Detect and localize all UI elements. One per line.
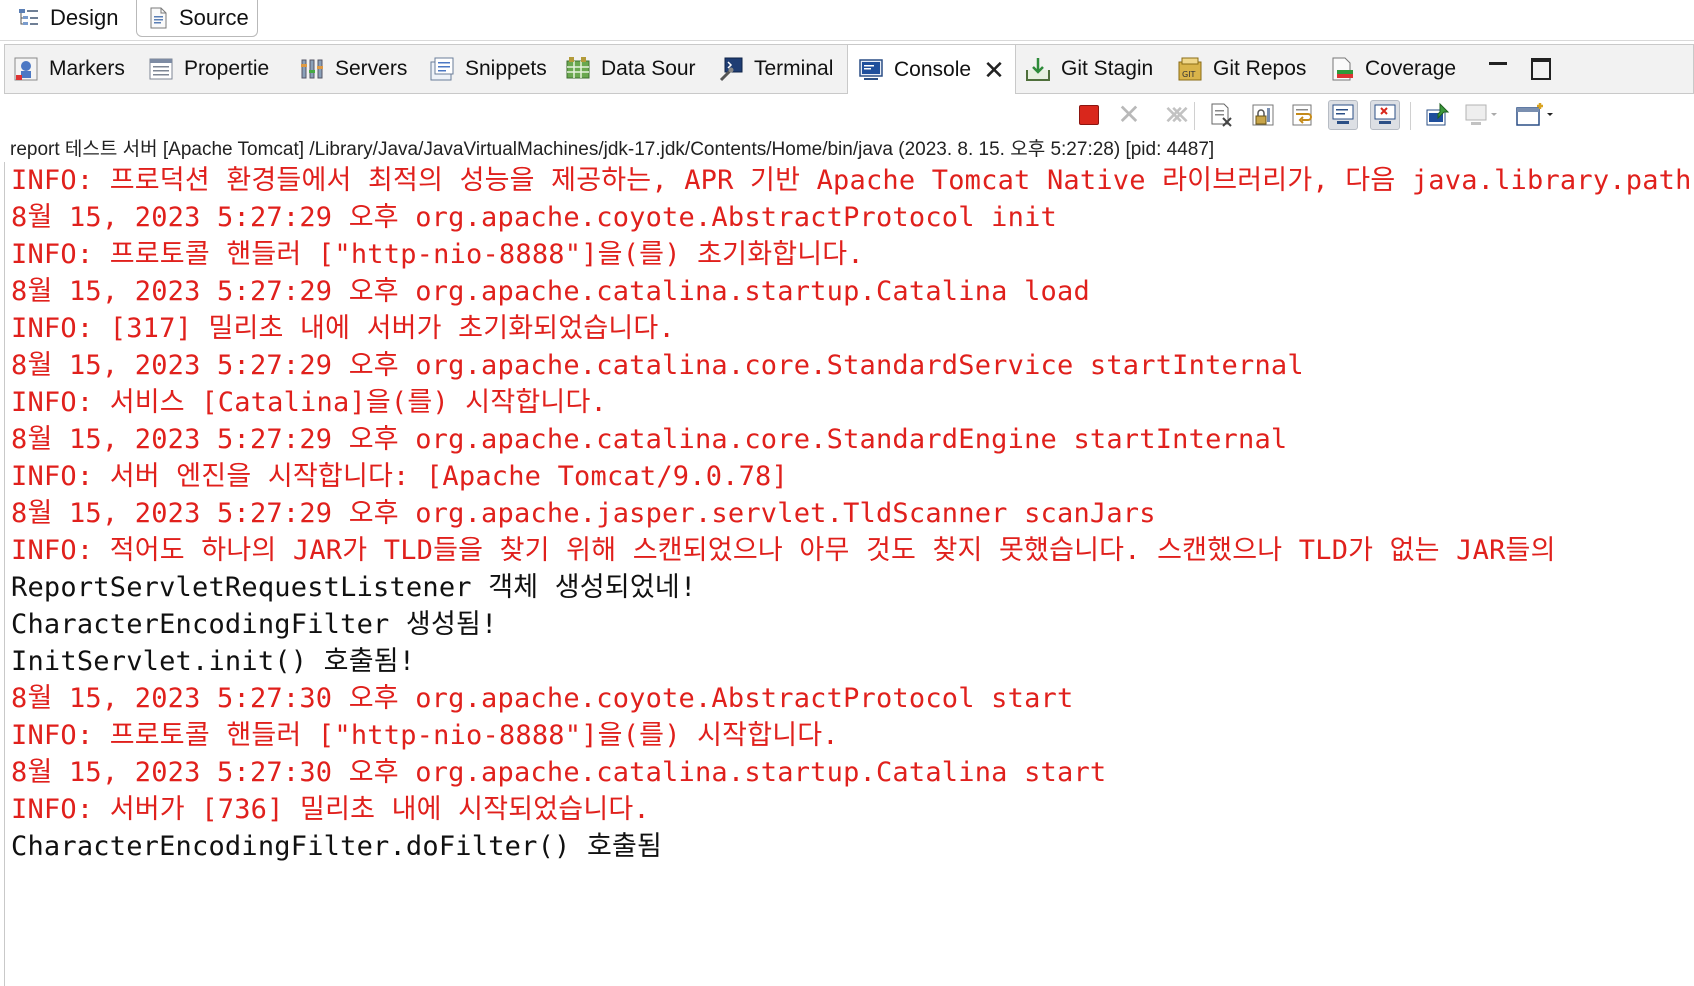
console-output[interactable]: INFO: 프로덕션 환경들에서 최적의 성능을 제공하는, APR 기반 Ap… <box>4 162 1694 986</box>
tab-git-staging-label: Git Stagin <box>1061 57 1154 80</box>
close-icon[interactable]: ✕ <box>983 57 1005 83</box>
console-line: 8월 15, 2023 5:27:29 오후 org.apache.catali… <box>11 350 1304 381</box>
show-stderr-button[interactable] <box>1370 100 1400 130</box>
terminal-icon <box>718 56 744 82</box>
view-tab-bar: Markers Propertie Servers Snippets Data … <box>4 44 1694 94</box>
pin-console-icon <box>1426 102 1450 126</box>
console-line: INFO: [317] 밀리초 내에 서버가 초기화되었습니다. <box>11 313 675 344</box>
console-icon <box>858 57 884 83</box>
pin-console-button[interactable] <box>1422 100 1452 130</box>
show-stdout-button[interactable] <box>1328 100 1358 130</box>
console-line: InitServlet.init() 호출됨! <box>11 646 416 677</box>
display-console-icon <box>1465 104 1497 125</box>
console-line: ReportServletRequestListener 객체 생성되었네! <box>11 572 697 603</box>
remove-launch-icon: ✕ <box>1117 99 1141 130</box>
clear-console-button[interactable] <box>1206 100 1236 130</box>
design-icon <box>18 7 40 29</box>
tab-servers-label: Servers <box>335 57 408 80</box>
console-line: 8월 15, 2023 5:27:29 오후 org.apache.jasper… <box>11 498 1156 529</box>
remove-all-terminated-icon: ✕✕ <box>1163 100 1190 130</box>
tab-terminal-label: Terminal <box>754 57 834 80</box>
tab-servers[interactable]: Servers <box>299 45 407 93</box>
word-wrap-icon <box>1292 104 1312 126</box>
tab-coverage-label: Coverage <box>1365 57 1457 80</box>
coverage-icon <box>1329 56 1355 82</box>
process-info: report 테스트 서버 [Apache Tomcat] /Library/J… <box>10 139 1215 160</box>
console-line: INFO: 적어도 하나의 JAR가 TLD들을 찾기 위해 스캔되었으나 아무… <box>11 535 1556 566</box>
open-console-icon <box>1516 103 1553 126</box>
remove-all-terminated-button[interactable]: ✕✕ <box>1154 100 1190 130</box>
console-line: 8월 15, 2023 5:27:29 오후 org.apache.catali… <box>11 276 1090 307</box>
console-line: INFO: 프로덕션 환경들에서 최적의 성능을 제공하는, APR 기반 Ap… <box>11 165 1692 196</box>
show-stderr-icon <box>1374 104 1396 124</box>
git-staging-icon <box>1025 56 1051 82</box>
console-line: INFO: 서버가 [736] 밀리초 내에 시작되었습니다. <box>11 794 650 825</box>
tab-console-label: Console <box>894 57 972 81</box>
git-repos-icon: GIT <box>1177 56 1203 82</box>
open-console-button[interactable] <box>1514 100 1560 130</box>
tab-git-repos[interactable]: GIT Git Repos <box>1177 45 1306 93</box>
scroll-lock-button[interactable] <box>1248 100 1278 130</box>
terminate-button[interactable] <box>1074 100 1104 130</box>
maximize-icon <box>1531 58 1551 80</box>
tab-source-label: Source <box>179 5 249 30</box>
scroll-lock-icon <box>1252 104 1274 126</box>
tab-snippets[interactable]: Snippets <box>429 45 547 93</box>
minimize-icon <box>1489 61 1507 65</box>
tab-snippets-label: Snippets <box>465 57 547 80</box>
tab-markers-label: Markers <box>49 57 125 80</box>
console-line: 8월 15, 2023 5:27:29 오후 org.apache.catali… <box>11 424 1288 455</box>
svg-text:GIT: GIT <box>1182 70 1196 79</box>
maximize-button[interactable] <box>1531 45 1551 93</box>
tab-terminal[interactable]: Terminal <box>718 45 833 93</box>
minimize-button[interactable] <box>1489 45 1507 93</box>
source-file-icon <box>147 7 169 29</box>
data-source-icon <box>565 56 591 82</box>
terminate-icon <box>1079 105 1099 125</box>
show-stdout-icon <box>1332 104 1354 124</box>
console-toolbar: ✕ ✕✕ <box>4 94 1694 136</box>
console-line: INFO: 서비스 [Catalina]을(를) 시작합니다. <box>11 387 607 418</box>
tab-design[interactable]: Design <box>18 0 118 36</box>
properties-icon <box>148 56 174 82</box>
editor-tab-bar: Design Source <box>0 0 1694 41</box>
remove-launch-button[interactable]: ✕ <box>1114 100 1144 130</box>
console-line: 8월 15, 2023 5:27:29 오후 org.apache.coyote… <box>11 202 1057 233</box>
snippets-icon <box>429 56 455 82</box>
tab-data-source[interactable]: Data Sour <box>565 45 696 93</box>
tab-git-staging[interactable]: Git Stagin <box>1025 45 1153 93</box>
word-wrap-button[interactable] <box>1288 100 1318 130</box>
console-line: CharacterEncodingFilter.doFilter() 호출됨 <box>11 831 663 862</box>
tab-design-label: Design <box>50 5 119 30</box>
tab-markers[interactable]: Markers <box>13 45 125 93</box>
console-line: 8월 15, 2023 5:27:30 오후 org.apache.coyote… <box>11 683 1074 714</box>
markers-icon <box>13 56 39 82</box>
tab-git-repos-label: Git Repos <box>1213 57 1307 80</box>
servers-icon <box>299 56 325 82</box>
console-line: INFO: 프로토콜 핸들러 ["http-nio-8888"]을(를) 초기화… <box>11 239 864 270</box>
tab-source[interactable]: Source <box>136 0 258 37</box>
console-line: CharacterEncodingFilter 생성됨! <box>11 609 498 640</box>
console-line: 8월 15, 2023 5:27:30 오후 org.apache.catali… <box>11 757 1107 788</box>
tab-coverage[interactable]: Coverage <box>1329 45 1456 93</box>
clear-console-icon <box>1211 103 1232 127</box>
console-line: INFO: 서버 엔진을 시작합니다: [Apache Tomcat/9.0.7… <box>11 461 788 492</box>
display-console-button[interactable] <box>1462 100 1502 130</box>
tab-properties[interactable]: Propertie <box>148 45 269 93</box>
tab-properties-label: Propertie <box>184 57 270 80</box>
tab-data-source-label: Data Sour <box>601 57 696 80</box>
console-line: INFO: 프로토콜 핸들러 ["http-nio-8888"]을(를) 시작합… <box>11 720 839 751</box>
tab-console[interactable]: Console ✕ <box>847 45 1016 94</box>
toolbar-separator <box>1410 102 1411 130</box>
toolbar-separator <box>1194 102 1195 130</box>
